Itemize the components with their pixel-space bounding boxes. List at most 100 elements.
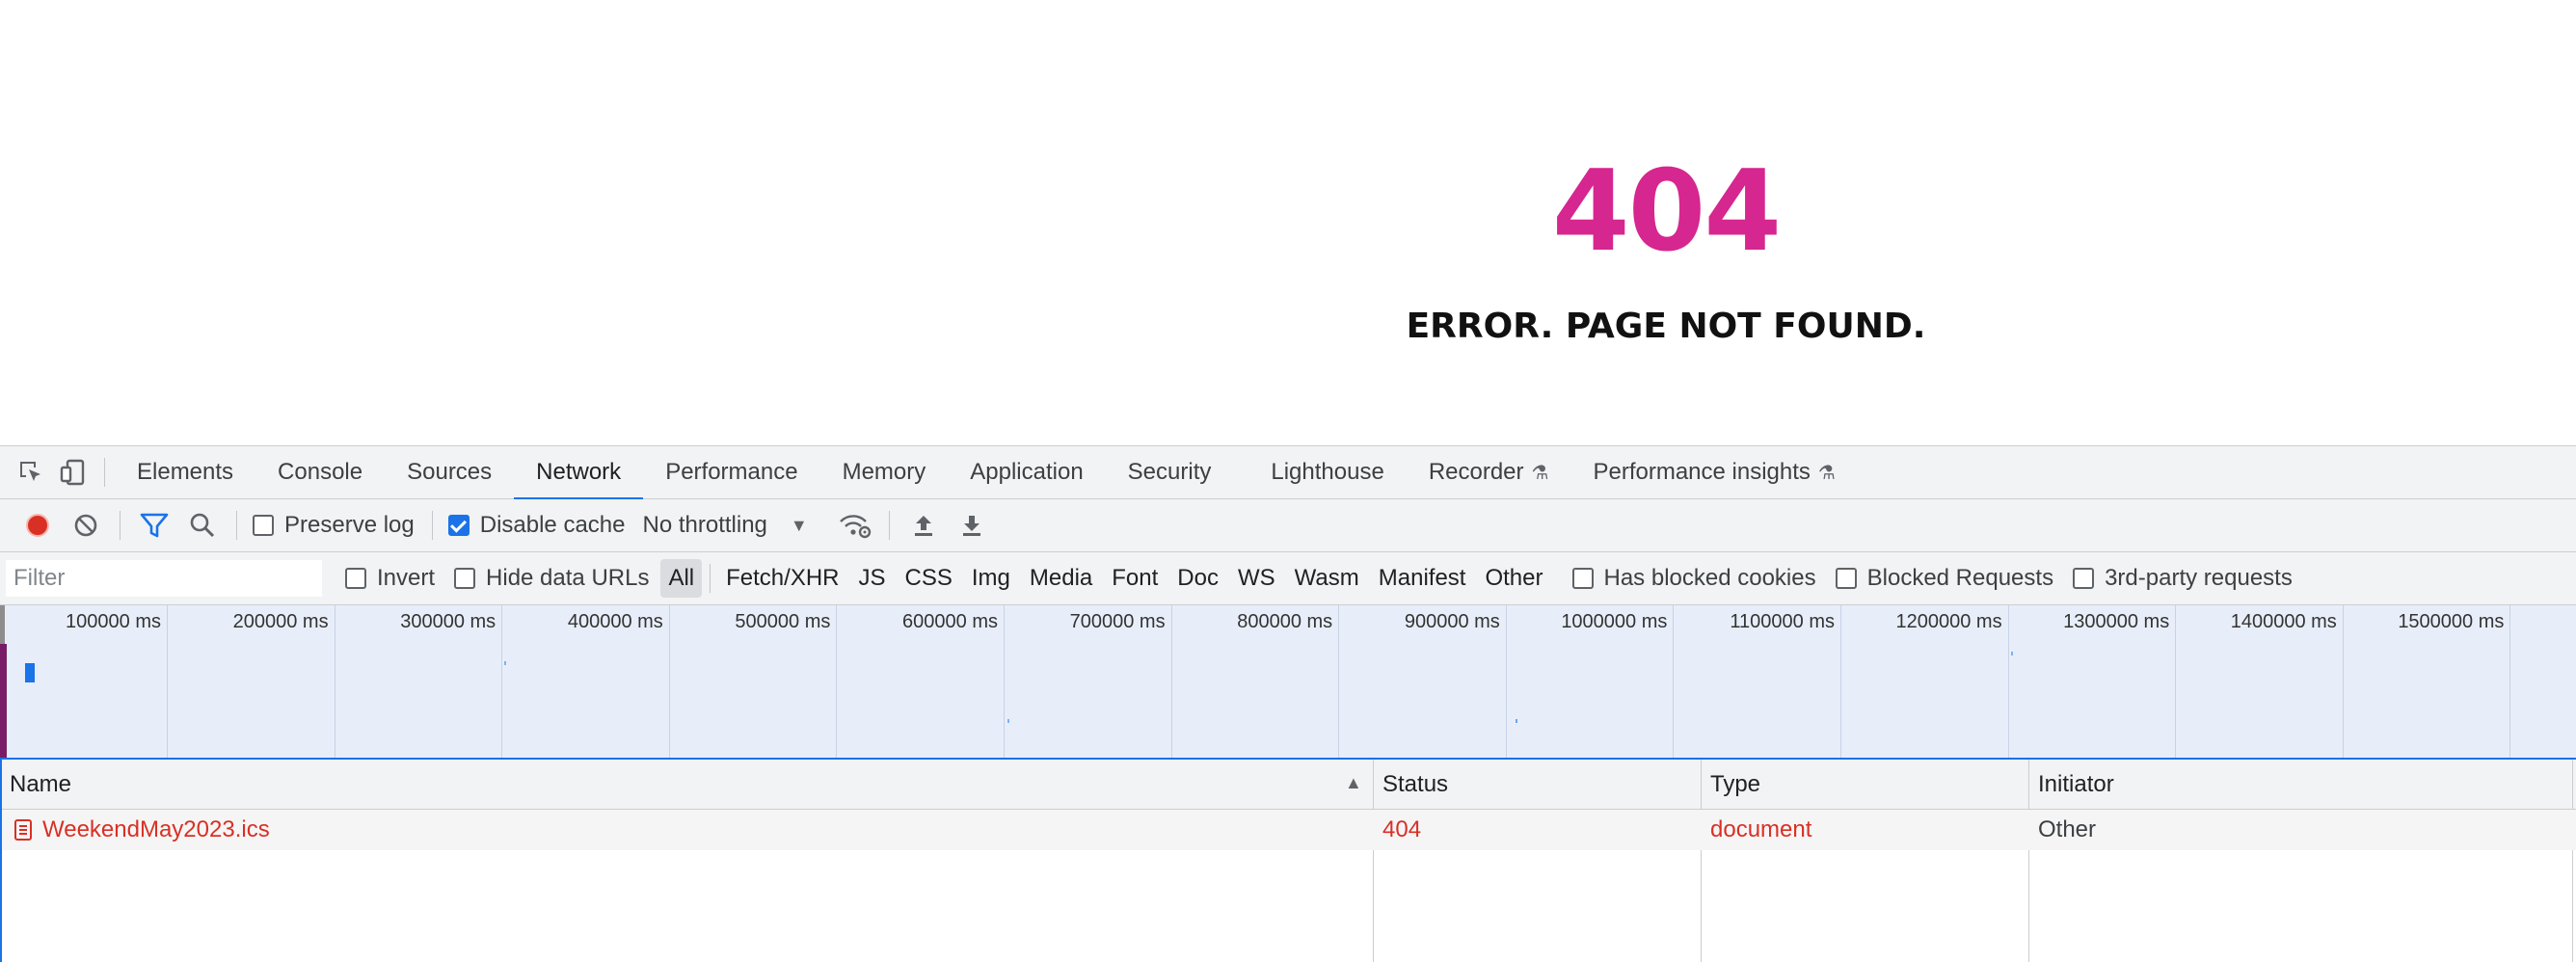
third-party-box[interactable]: [2073, 568, 2095, 589]
import-har-icon[interactable]: [899, 501, 948, 549]
preserve-log-label: Preserve log: [284, 512, 415, 538]
table-row[interactable]: WeekendMay2023.ics 404 document Other: [2, 810, 2576, 850]
type-filter-wasm[interactable]: Wasm: [1287, 559, 1367, 598]
invert-label: Invert: [377, 565, 436, 591]
disable-cache-checkbox[interactable]: Disable cache: [447, 512, 626, 539]
inspect-element-icon[interactable]: [10, 451, 52, 494]
blocked-requests-box[interactable]: [1835, 568, 1857, 589]
throttling-select[interactable]: No throttling ▼: [642, 512, 807, 539]
request-name-cell[interactable]: WeekendMay2023.ics: [2, 810, 1373, 850]
tab-performance[interactable]: Performance: [643, 446, 819, 499]
type-filter-manifest[interactable]: Manifest: [1371, 559, 1474, 598]
overview-tick-label: 700000 ms: [1069, 611, 1166, 632]
network-filterbar: Invert Hide data URLs All Fetch/XHRJSCSSI…: [0, 552, 2576, 605]
type-filter-other[interactable]: Other: [1477, 559, 1550, 598]
overview-tick-label: 300000 ms: [400, 611, 496, 632]
column-divider[interactable]: [2572, 760, 2573, 962]
overview-tick-label: 900000 ms: [1404, 611, 1500, 632]
device-toolbar-icon[interactable]: [52, 451, 94, 494]
devtools-tabbar: Elements Console Sources Network Performance…: [0, 446, 2576, 500]
type-filter-all[interactable]: All: [660, 559, 703, 598]
filter-input[interactable]: [6, 560, 322, 597]
page-viewport: 404 ERROR. PAGE NOT FOUND.: [0, 0, 2576, 445]
tab-sources[interactable]: Sources: [385, 446, 514, 499]
overview-marker: [0, 644, 7, 758]
type-filter-media[interactable]: Media: [1022, 559, 1100, 598]
column-header-initiator[interactable]: Initiator: [2030, 760, 2570, 810]
tab-label: Memory: [842, 459, 926, 485]
third-party-checkbox[interactable]: 3rd-party requests: [2073, 565, 2293, 592]
experimental-flask-icon: ⚗: [1531, 462, 1549, 484]
tab-security[interactable]: Security: [1106, 446, 1234, 499]
request-initiator-cell: Other: [2030, 810, 2570, 850]
type-filter-img[interactable]: Img: [964, 559, 1018, 598]
tab-performance-insights[interactable]: Performance insights ⚗: [1570, 446, 1857, 499]
separator: [431, 511, 433, 540]
invert-checkbox[interactable]: Invert: [345, 565, 435, 592]
invert-box[interactable]: [345, 568, 366, 589]
document-icon: [13, 818, 33, 842]
column-label: Type: [1710, 771, 1761, 797]
preserve-log-box[interactable]: [253, 515, 274, 536]
error-code: 404: [1551, 147, 1782, 277]
third-party-label: 3rd-party requests: [2105, 565, 2293, 591]
hide-data-urls-box[interactable]: [454, 568, 476, 589]
overview-tick-label: 1000000 ms: [1561, 611, 1668, 632]
tab-lighthouse[interactable]: Lighthouse: [1248, 446, 1406, 499]
throttling-value: No throttling: [642, 512, 767, 538]
network-conditions-icon[interactable]: [831, 501, 879, 549]
type-filter-fetch-xhr[interactable]: Fetch/XHR: [718, 559, 846, 598]
request-status-cell: 404: [1375, 810, 1703, 850]
column-label: Name: [10, 771, 72, 797]
type-filter-css[interactable]: CSS: [898, 559, 960, 598]
search-icon[interactable]: [178, 501, 227, 549]
tab-memory[interactable]: Memory: [820, 446, 949, 499]
column-header-status[interactable]: Status: [1375, 760, 1703, 810]
request-type-cell: document: [1703, 810, 2030, 850]
column-divider[interactable]: [1373, 760, 1374, 962]
column-label: Initiator: [2038, 771, 2114, 797]
overview-gridline: [2509, 605, 2511, 758]
record-icon[interactable]: [13, 501, 62, 549]
tab-console[interactable]: Console: [255, 446, 385, 499]
export-har-icon[interactable]: [948, 501, 996, 549]
column-header-type[interactable]: Type: [1703, 760, 2030, 810]
column-header-name[interactable]: Name: [2, 760, 1373, 810]
disable-cache-label: Disable cache: [479, 512, 626, 538]
request-initiator: Other: [2038, 816, 2097, 842]
overview-request-bar: [1516, 719, 1517, 723]
tab-label: Network: [536, 459, 622, 485]
overview-tick-label: 1100000 ms: [1730, 611, 1835, 632]
preserve-log-checkbox[interactable]: Preserve log: [253, 512, 415, 539]
clear-icon[interactable]: [62, 501, 110, 549]
blocked-requests-checkbox[interactable]: Blocked Requests: [1835, 565, 2054, 592]
network-overview-timeline[interactable]: 100000 ms 200000 ms 300000 ms 400000 ms 5000…: [0, 605, 2576, 760]
type-filter-ws[interactable]: WS: [1230, 559, 1283, 598]
devtools-panel: Elements Console Sources Network Performance…: [0, 445, 2576, 962]
error-message: ERROR. PAGE NOT FOUND.: [1406, 307, 1926, 346]
tab-elements[interactable]: Elements: [115, 446, 255, 499]
tab-label: Security: [1127, 459, 1212, 485]
filter-icon[interactable]: [130, 501, 178, 549]
has-blocked-cookies-checkbox[interactable]: Has blocked cookies: [1571, 565, 1816, 592]
overview-tick-label: 100000 ms: [66, 611, 161, 632]
hide-data-urls-checkbox[interactable]: Hide data URLs: [454, 565, 649, 592]
separator: [120, 511, 121, 540]
tab-recorder[interactable]: Recorder ⚗: [1407, 446, 1571, 499]
tab-network[interactable]: Network: [514, 446, 644, 500]
overview-tick-label: 600000 ms: [902, 611, 998, 632]
tab-application[interactable]: Application: [948, 446, 1105, 499]
type-filter-doc[interactable]: Doc: [1169, 559, 1226, 598]
has-blocked-cookies-box[interactable]: [1571, 568, 1594, 589]
column-divider[interactable]: [1701, 760, 1702, 962]
request-name: WeekendMay2023.ics: [42, 816, 270, 842]
tab-label: Sources: [407, 459, 493, 485]
overview-tick-label: 1400000 ms: [2230, 611, 2337, 632]
type-filter-font[interactable]: Font: [1104, 559, 1166, 598]
column-divider[interactable]: [2028, 760, 2029, 962]
type-filter-js[interactable]: JS: [851, 559, 894, 598]
resource-type-filters: All Fetch/XHR JS CSS Img Media Font Doc WS Wasm Ma…: [658, 559, 1552, 598]
overview-request-bar: [1007, 719, 1009, 723]
disable-cache-box[interactable]: [447, 515, 470, 536]
blocked-requests-label: Blocked Requests: [1866, 565, 2054, 591]
